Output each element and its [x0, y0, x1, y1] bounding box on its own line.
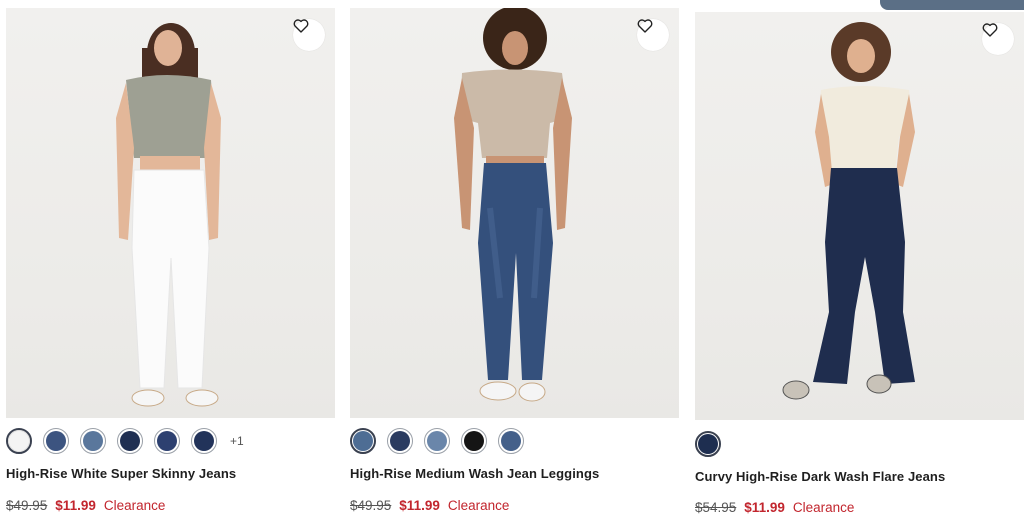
product-image[interactable] [6, 8, 335, 418]
product-card[interactable]: +1 High-Rise White Super Skinny Jeans $4… [6, 0, 335, 520]
product-card[interactable]: Curvy High-Rise Dark Wash Flare Jeans $5… [695, 0, 1024, 520]
color-swatches [350, 428, 524, 454]
favorite-button[interactable] [293, 19, 325, 51]
heart-outline-icon [293, 19, 309, 33]
color-swatch[interactable] [43, 428, 69, 454]
color-swatch[interactable] [424, 428, 450, 454]
color-swatch[interactable] [350, 428, 376, 454]
color-swatch[interactable] [154, 428, 180, 454]
original-price: $54.95 [695, 500, 737, 515]
sale-price: $11.99 [55, 498, 96, 513]
original-price: $49.95 [6, 498, 48, 513]
sale-price: $11.99 [399, 498, 440, 513]
clearance-badge: Clearance [103, 498, 166, 513]
more-colors-count[interactable]: +1 [230, 434, 244, 448]
color-swatch[interactable] [191, 428, 217, 454]
heart-outline-icon [637, 19, 653, 33]
product-title[interactable]: High-Rise White Super Skinny Jeans [6, 466, 236, 481]
heart-outline-icon [982, 23, 998, 37]
price-row: $54.95 $11.99 Clearance [695, 500, 854, 515]
product-image[interactable] [695, 12, 1024, 420]
product-image[interactable] [350, 8, 679, 418]
color-swatch[interactable] [117, 428, 143, 454]
price-row: $49.95 $11.99 Clearance [350, 498, 509, 513]
color-swatch[interactable] [498, 428, 524, 454]
color-swatch[interactable] [695, 431, 721, 457]
clearance-badge: Clearance [447, 498, 510, 513]
clearance-badge: Clearance [792, 500, 855, 515]
favorite-button[interactable] [637, 19, 669, 51]
sale-price: $11.99 [744, 500, 785, 515]
color-swatch[interactable] [461, 428, 487, 454]
favorite-button[interactable] [982, 23, 1014, 55]
color-swatches [695, 431, 721, 457]
product-title[interactable]: High-Rise Medium Wash Jean Leggings [350, 466, 599, 481]
price-row: $49.95 $11.99 Clearance [6, 498, 165, 513]
color-swatches: +1 [6, 428, 244, 454]
original-price: $49.95 [350, 498, 392, 513]
color-swatch[interactable] [6, 428, 32, 454]
color-swatch[interactable] [80, 428, 106, 454]
product-title[interactable]: Curvy High-Rise Dark Wash Flare Jeans [695, 469, 945, 484]
product-card[interactable]: High-Rise Medium Wash Jean Leggings $49.… [350, 0, 679, 520]
color-swatch[interactable] [387, 428, 413, 454]
